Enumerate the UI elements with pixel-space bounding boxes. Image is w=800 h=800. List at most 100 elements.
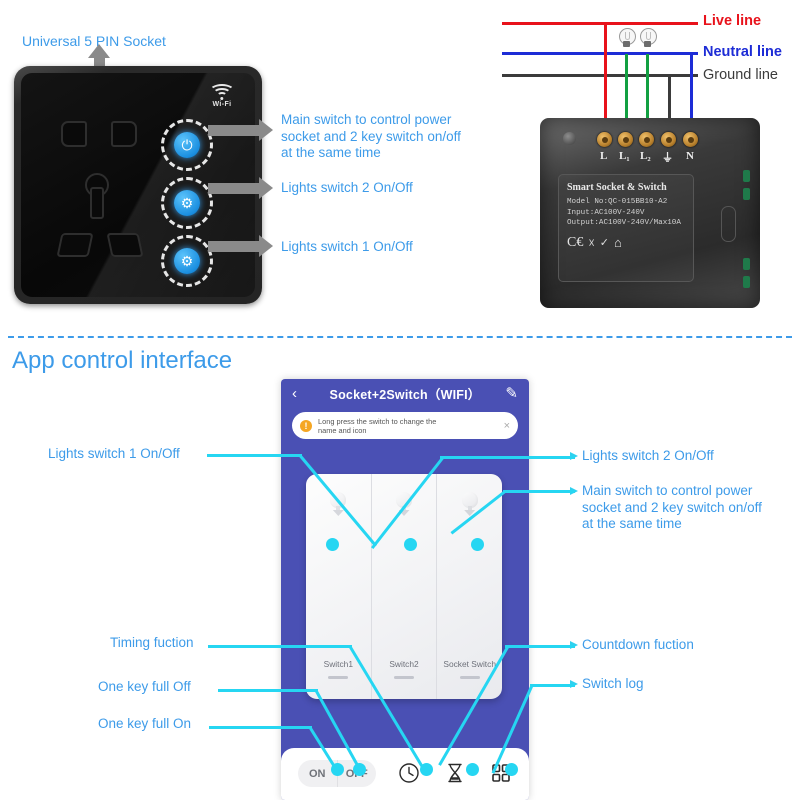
terminal-label-L: L: [600, 150, 608, 162]
switch-indicator-bar: [459, 676, 480, 679]
socket-pin-hole: [56, 233, 94, 257]
connector-dot: [505, 763, 518, 776]
terminal-L1: [618, 132, 633, 147]
socket-pin-hole: [61, 121, 87, 147]
connector-dot: [471, 538, 484, 551]
device-button-lights-switch-1[interactable]: ⚙: [161, 235, 213, 287]
section-divider: [8, 336, 792, 338]
app-callout-lights-switch-1: Lights switch 1 On/Off: [48, 446, 180, 461]
device-back-view: L L₁ L₂ ⏚ N Smart Socket & Switch Model …: [540, 118, 760, 308]
connector-line: [440, 456, 575, 459]
clip-icon: [743, 188, 750, 200]
app-callout-lights-switch-2: Lights switch 2 On/Off: [582, 448, 714, 463]
close-icon[interactable]: ×: [504, 420, 510, 432]
device-button-main-switch[interactable]: ⏻: [161, 119, 213, 171]
connector-line: [207, 454, 302, 457]
pencil-icon[interactable]: ✎: [504, 386, 518, 401]
callout-arrow-lights-2: [208, 177, 273, 199]
connector-line: [208, 645, 352, 648]
terminal-label-ground: ⏚: [662, 152, 673, 164]
switch-label: Switch2: [389, 659, 419, 669]
switch-card-3[interactable]: Socket Switch: [437, 474, 502, 699]
app-header: ‹ Socket+2Switch（WIFI） ✎: [281, 379, 529, 408]
neutral-line-label: Neutral line: [703, 44, 782, 60]
terminal-label-N: N: [686, 150, 694, 162]
connector-line: [209, 726, 312, 729]
connector-line: [530, 684, 575, 687]
socket-pin-hole: [111, 121, 137, 147]
connector-dot: [353, 763, 366, 776]
live-line-label: Live line: [703, 13, 762, 29]
device-button-lights-switch-2[interactable]: ⚙: [161, 177, 213, 229]
weee-bin-icon: ☓: [588, 235, 595, 250]
socket-pin-hole: [106, 233, 144, 257]
power-icon: ⏻: [174, 132, 200, 158]
terminal-N: [683, 132, 698, 147]
connector-line: [218, 689, 318, 692]
clip-icon: [743, 276, 750, 288]
bulb-gear-icon: ⚙: [174, 190, 200, 216]
bulb-icon: [327, 492, 349, 518]
wifi-icon: Wi-Fi: [205, 84, 239, 108]
notice-text: Long press the switch to change the name…: [318, 416, 437, 435]
terminal-ground: [661, 132, 676, 147]
live-line: [502, 22, 698, 26]
app-callout-one-key-off: One key full Off: [98, 679, 191, 694]
clip-icon: [743, 170, 750, 182]
bulb-icon: [618, 28, 636, 54]
terminal-label-L2: L₂: [640, 150, 651, 162]
terminal-label-L1: L₁: [619, 150, 630, 162]
infographic-root: Universal 5 PIN Socket Wi-Fi ⏻ ⚙ ⚙ Main …: [0, 0, 800, 800]
connector-dot: [331, 763, 344, 776]
socket-earth-hole-slot: [90, 187, 104, 219]
wiring-diagram: Live line Neutral line Ground line: [498, 6, 798, 132]
switch-indicator-bar: [394, 676, 414, 679]
house-mark-icon: ⌂: [613, 235, 622, 250]
connector-dot: [404, 538, 417, 551]
spec-input: Input:AC100V-240V: [567, 208, 645, 217]
app-callout-countdown: Countdown fuction: [582, 637, 694, 652]
wifi-label: Wi-Fi: [212, 101, 232, 108]
ground-line-label: Ground line: [703, 67, 778, 83]
spec-plate: Smart Socket & Switch Model No:QC-015BB1…: [558, 174, 694, 282]
terminal-L: [597, 132, 612, 147]
bulb-icon: [639, 28, 657, 54]
rohs-check-icon: ✓: [599, 237, 609, 249]
notice-banner: ! Long press the switch to change the na…: [292, 412, 518, 439]
callout-arrow-lights-1: [208, 235, 273, 257]
switch-indicator-bar: [328, 676, 349, 679]
app-callout-one-key-on: One key full On: [98, 716, 192, 731]
app-callout-switch-log: Switch log: [582, 676, 644, 691]
section-title: App control interface: [12, 347, 233, 374]
connector-dot: [420, 763, 433, 776]
hourglass-icon[interactable]: [443, 761, 467, 785]
neutral-line: [502, 52, 698, 56]
connector-dot: [326, 538, 339, 551]
app-callout-timing: Timing fuction: [110, 635, 194, 650]
ce-mark-icon: C€: [567, 234, 584, 250]
spec-title: Smart Socket & Switch: [567, 182, 667, 193]
callout-lights-switch-2: Lights switch 2 On/Off: [281, 180, 413, 195]
connector-line: [503, 490, 575, 493]
warning-icon: !: [300, 419, 312, 432]
clip-icon: [743, 258, 750, 270]
connector-line: [505, 645, 575, 648]
app-callout-main-switch: Main switch to control power socket and …: [582, 483, 762, 531]
switch-label: Socket Switch: [443, 659, 496, 669]
callout-arrow-main-switch: [208, 119, 273, 141]
spec-output: Output:AC100V-240V/Max10A: [567, 219, 681, 227]
terminal-L2: [639, 132, 654, 147]
connector-dot: [466, 763, 479, 776]
clock-icon[interactable]: [397, 761, 421, 785]
app-toolbar: ON OFF: [281, 748, 529, 800]
bulb-gear-icon: ⚙: [174, 248, 200, 274]
screw-icon: [563, 132, 576, 145]
certification-row: C€ ☓ ✓ ⌂: [567, 235, 685, 251]
app-title: Socket+2Switch（WIFI）: [329, 388, 481, 402]
callout-lights-switch-1: Lights switch 1 On/Off: [281, 239, 413, 254]
chevron-left-icon[interactable]: ‹: [292, 386, 306, 401]
spec-model: Model No:QC-015BB10-A2: [567, 198, 668, 206]
callout-main-switch: Main switch to control power socket and …: [281, 112, 461, 160]
live-drop: [604, 22, 608, 132]
mount-slot: [721, 206, 736, 242]
